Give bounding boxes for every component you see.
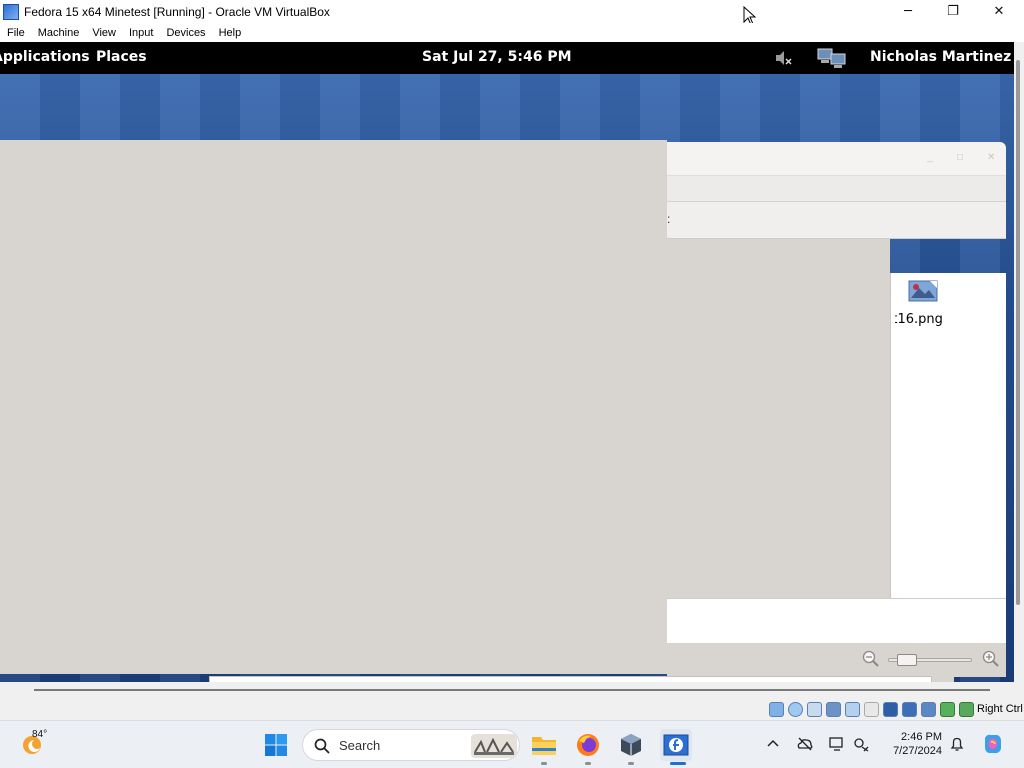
file-manager-toolbar: : [667, 202, 1006, 239]
menu-input[interactable]: Input [129, 27, 153, 39]
windows-taskbar: 84° Search 2:46 PM 7/27/2024 [0, 720, 1024, 768]
fm-maximize-button[interactable]: □ [957, 152, 963, 163]
folder-icon [532, 737, 556, 755]
firefox-taskbar-button[interactable] [572, 729, 604, 761]
file-manager-menubar [667, 176, 1006, 202]
windows-start-icon[interactable] [264, 733, 288, 757]
menu-machine[interactable]: Machine [38, 27, 80, 39]
running-indicator [585, 762, 591, 765]
guest-additions-icon[interactable] [940, 702, 955, 717]
host-menu-bar: File Machine View Input Devices Help [0, 23, 1024, 42]
file-manager-sidebar [667, 239, 890, 598]
clock-date: 7/27/2024 [893, 745, 942, 757]
notification-bell-icon[interactable] [948, 735, 966, 753]
unrendered-window-area [0, 140, 667, 674]
close-button[interactable]: ✕ [976, 0, 1022, 23]
vm-horizontal-scrollbar[interactable] [0, 682, 1024, 700]
user-menu[interactable]: Nicholas Martinez [870, 49, 1011, 65]
shared-folders-icon[interactable] [864, 702, 879, 717]
file-explorer-taskbar-button[interactable] [528, 729, 560, 761]
gnome-top-panel: Applications Places Sat Jul 27, 5:46 PM … [0, 42, 1014, 74]
volume-muted-icon[interactable] [775, 50, 793, 66]
fedora-vm-taskbar-button[interactable] [660, 729, 692, 761]
network-disconnected-icon[interactable] [852, 735, 870, 753]
applications-menu[interactable]: Applications [0, 49, 90, 65]
copilot-icon[interactable] [981, 732, 1005, 756]
weather-temperature[interactable]: 84° [32, 729, 47, 740]
search-highlight-icon [471, 734, 517, 758]
toolbar-fragment: : [667, 212, 671, 226]
virtualbox-status-bar: Right Ctrl [0, 700, 1024, 720]
clock-time: 2:46 PM [901, 731, 942, 743]
hscroll-thumb[interactable] [34, 689, 990, 691]
network-icon[interactable] [816, 46, 848, 70]
image-file-icon[interactable] [908, 280, 938, 304]
maximize-button[interactable]: ❐ [930, 0, 976, 23]
firefox-icon [577, 734, 599, 756]
vm-display[interactable]: Applications Places Sat Jul 27, 5:46 PM … [0, 42, 1014, 682]
file-manager-lower-pane [667, 598, 1006, 643]
taskbar-search-box[interactable]: Search [302, 729, 520, 761]
panel-clock[interactable]: Sat Jul 27, 5:46 PM [422, 49, 572, 65]
vm-scroll-thumb[interactable] [1016, 60, 1020, 605]
cpu-icon[interactable] [921, 702, 936, 717]
file-manager-titlebar[interactable]: _ □ ✕ [667, 142, 1006, 176]
menu-file[interactable]: File [7, 27, 25, 39]
recording-icon[interactable] [902, 702, 917, 717]
active-indicator [670, 762, 686, 765]
system-clock[interactable]: 2:46 PM 7/27/2024 [880, 730, 942, 758]
usb-icon[interactable] [845, 702, 860, 717]
search-icon [314, 738, 330, 754]
display-icon[interactable] [883, 702, 898, 717]
fm-close-button[interactable]: ✕ [987, 152, 995, 163]
virtualbox-app-icon [3, 3, 19, 20]
search-placeholder: Search [339, 738, 381, 753]
network-adapter-icon[interactable] [826, 702, 841, 717]
vm-vertical-scrollbar[interactable] [1014, 42, 1024, 682]
display-project-icon[interactable] [828, 735, 846, 753]
host-title-bar: Fedora 15 x64 Minetest [Running] - Oracl… [0, 0, 1024, 26]
running-indicator [628, 762, 634, 765]
menu-view[interactable]: View [92, 27, 116, 39]
audio-icon[interactable] [807, 702, 822, 717]
guest-desktop[interactable]: _ □ ✕ : minetest16.png [0, 74, 1014, 682]
fedora-vm-icon [663, 734, 689, 756]
chevron-up-icon[interactable] [764, 735, 782, 753]
zoom-out-icon[interactable] [862, 650, 880, 668]
running-indicator [541, 762, 547, 765]
onedrive-offline-icon[interactable] [796, 735, 814, 753]
virtualbox-cube-icon [621, 734, 641, 756]
fm-minimize-button[interactable]: _ [927, 152, 933, 163]
virtualbox-taskbar-button[interactable] [615, 729, 647, 761]
optical-drive-icon[interactable] [788, 702, 803, 717]
hard-disk-icon[interactable] [769, 702, 784, 717]
mouse-integration-icon[interactable] [959, 702, 974, 717]
menu-help[interactable]: Help [219, 27, 242, 39]
zoom-slider-thumb[interactable] [897, 654, 917, 666]
minimize-button[interactable]: ─ [885, 0, 931, 23]
menu-devices[interactable]: Devices [166, 27, 205, 39]
file-name-label[interactable]: minetest16.png [886, 312, 943, 327]
places-menu[interactable]: Places [96, 49, 147, 65]
host-key-label: Right Ctrl [977, 703, 1023, 715]
zoom-in-icon[interactable] [982, 650, 1000, 668]
window-title: Fedora 15 x64 Minetest [Running] - Oracl… [24, 4, 330, 19]
